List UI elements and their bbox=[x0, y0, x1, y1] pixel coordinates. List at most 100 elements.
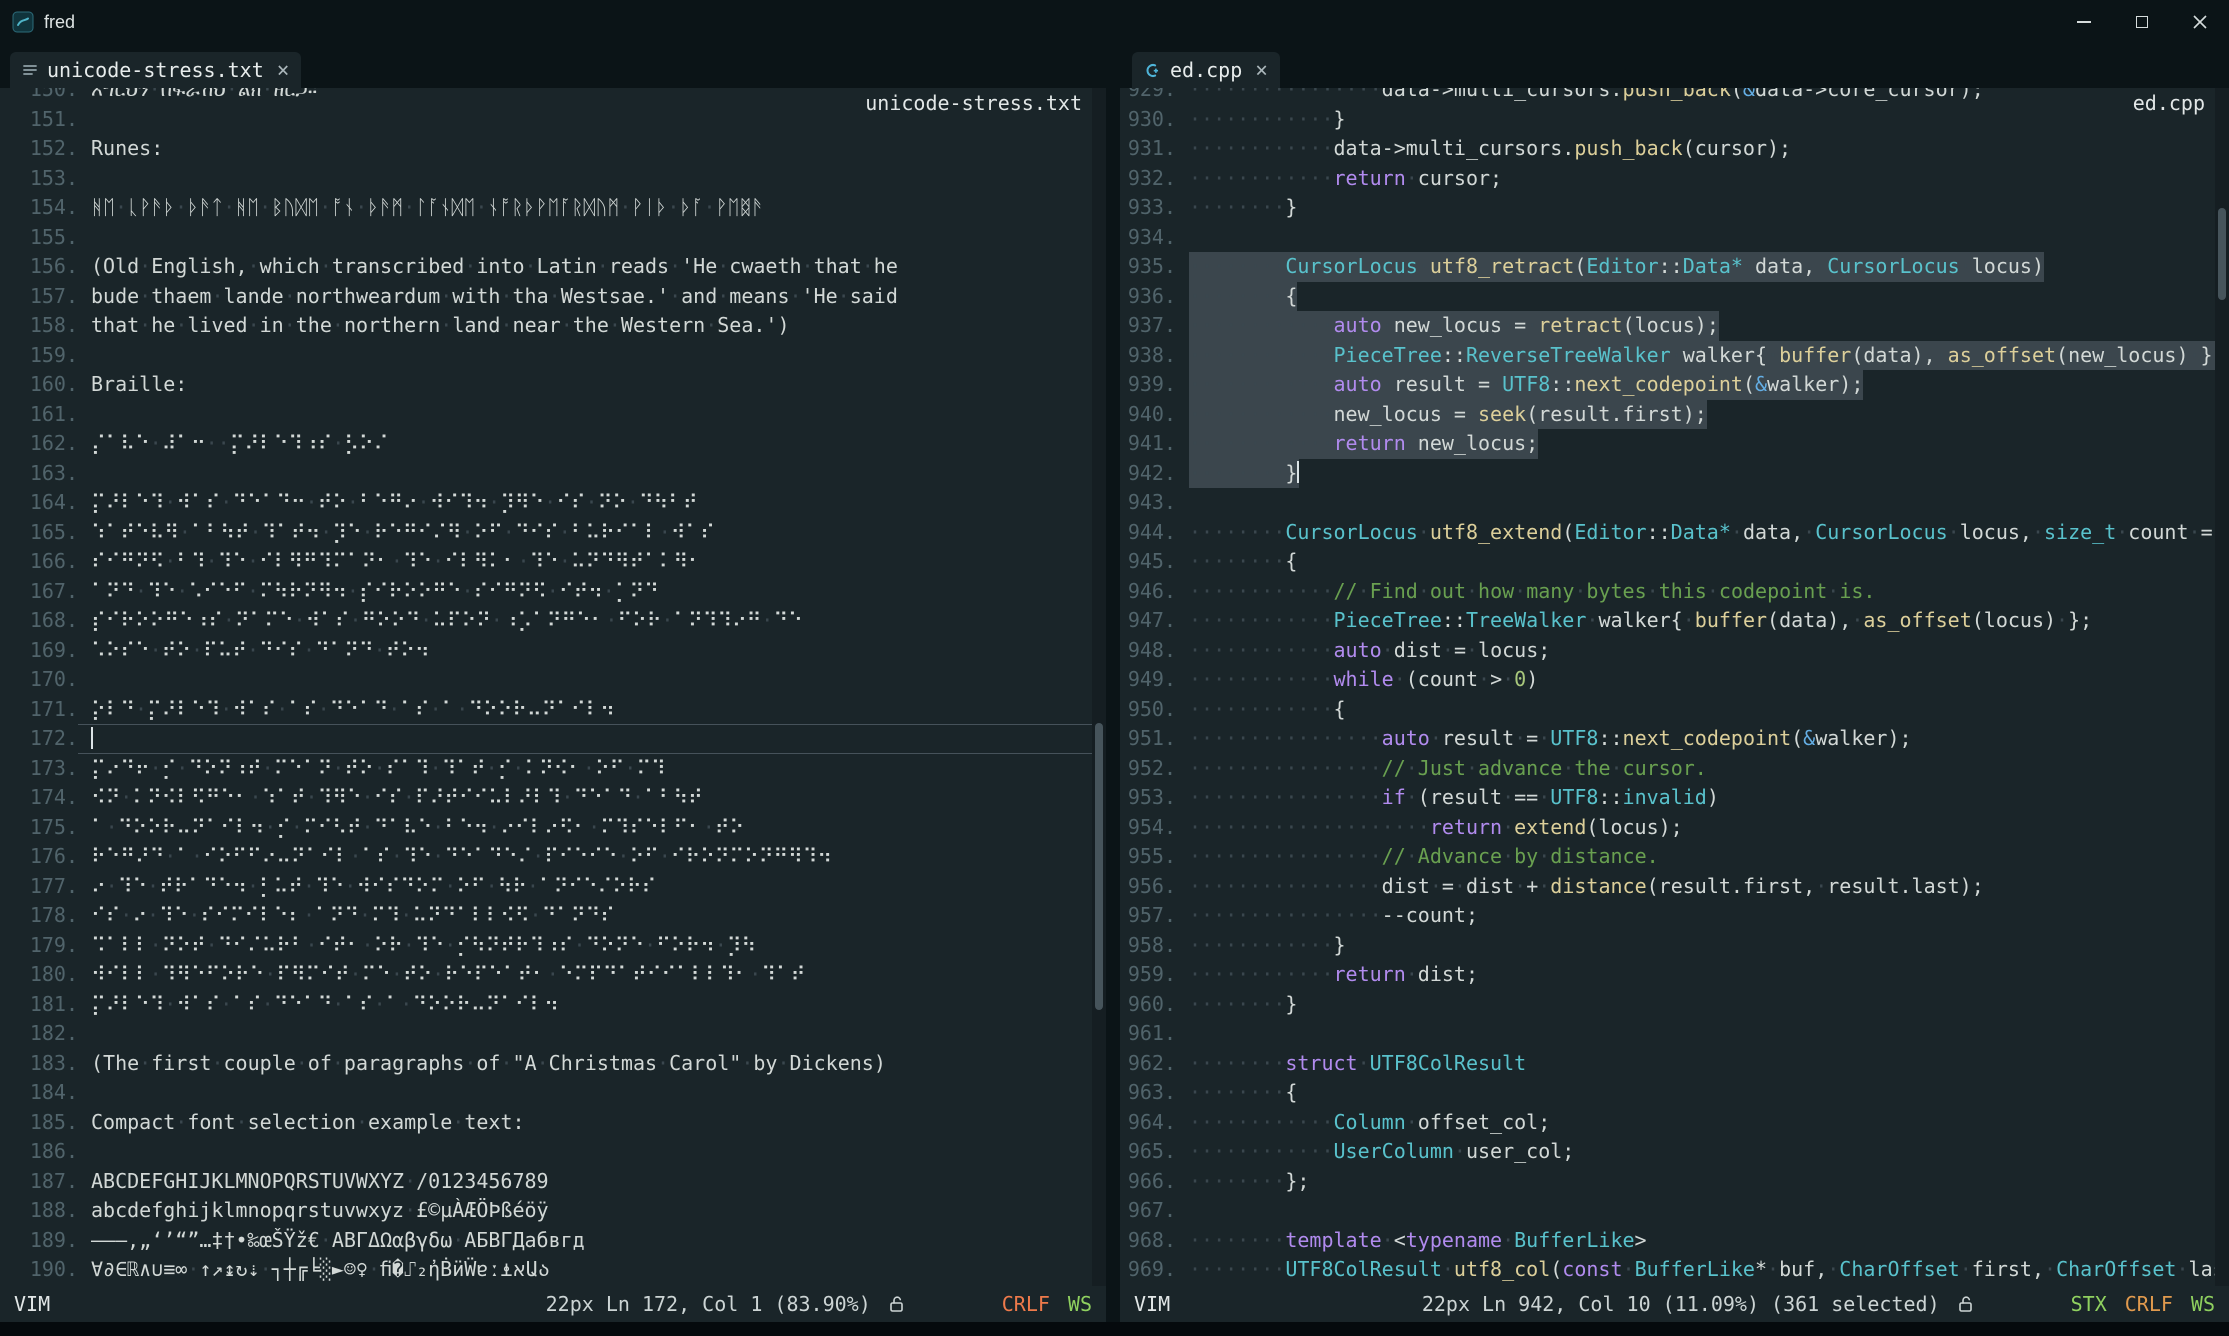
code-line[interactable]: 159. bbox=[0, 341, 1106, 371]
code-line[interactable]: 152.Runes: bbox=[0, 134, 1106, 164]
code-line[interactable]: 956.················dist·=·dist·+·distan… bbox=[1120, 872, 2229, 902]
code-line[interactable]: 153. bbox=[0, 164, 1106, 194]
minimize-button[interactable] bbox=[2055, 0, 2113, 44]
code-line[interactable]: 937.············auto·new_locus·=·retract… bbox=[1120, 311, 2229, 341]
code-line[interactable]: 179.⠩⠁⠇⠇·⠝⠕⠞·⠙⠊⠌⠥⠗⠃·⠊⠞⠂·⠕⠗·⠹⠑·⡊⠳⠝⠞⠗⠹⠰⠎·⠙… bbox=[0, 931, 1106, 961]
tab-label: ed.cpp bbox=[1170, 58, 1242, 82]
maximize-button[interactable] bbox=[2113, 0, 2171, 44]
code-line[interactable]: 160.Braille: bbox=[0, 370, 1106, 400]
code-line[interactable]: 947.············PieceTree::TreeWalker·wa… bbox=[1120, 606, 2229, 636]
code-line[interactable]: 176.⠗⠑⠛⠜⠙·⠁·⠊⠕⠋⠋⠔⠤⠝⠁⠊⠇·⠁⠎·⠹⠑·⠙⠑⠁⠙⠑⠌·⠏⠊⠑⠊… bbox=[0, 842, 1106, 872]
code-line[interactable]: 940.············new_locus·=·seek(result.… bbox=[1120, 400, 2229, 430]
code-line[interactable]: 174.⠪⠝·⠅⠝⠪⠇⠫⠛⠑⠂·⠱⠁⠞·⠹⠻⠑·⠊⠎·⠏⠜⠞⠊⠊⠥⠇⠜⠇⠹·⠙⠑… bbox=[0, 783, 1106, 813]
code-line[interactable]: 929.················data->multi_cursors.… bbox=[1120, 88, 2229, 105]
code-line[interactable]: 963.········{ bbox=[1120, 1078, 2229, 1108]
editor-pane-left: 150.እግርህን·በፍራሽህ·ልክ·ዘርጋ።151.152.Runes:153… bbox=[0, 88, 1106, 1322]
code-line[interactable]: 951.················auto·result·=·UTF8::… bbox=[1120, 724, 2229, 754]
code-line[interactable]: 948.············auto·dist·=·locus; bbox=[1120, 636, 2229, 666]
scrollbar-thumb[interactable] bbox=[1095, 723, 1103, 1011]
code-line[interactable]: 944.········CursorLocus·utf8_extend(Edit… bbox=[1120, 518, 2229, 548]
code-line[interactable]: 187.ABCDEFGHIJKLMNOPQRSTUVWXYZ·/01234567… bbox=[0, 1167, 1106, 1197]
code-line[interactable]: 942.········} bbox=[1120, 459, 2229, 489]
code-line[interactable]: 936.········{ bbox=[1120, 282, 2229, 312]
code-line[interactable]: 964.············Column·offset_col; bbox=[1120, 1108, 2229, 1138]
code-line[interactable]: 172. bbox=[0, 724, 1106, 754]
code-line[interactable]: 953.················if·(result·==·UTF8::… bbox=[1120, 783, 2229, 813]
code-line[interactable]: 952.················//·Just·advance·the·… bbox=[1120, 754, 2229, 784]
code-line[interactable]: 165.⠱⠁⠞⠑⠧⠻·⠁⠃⠳⠞·⠹⠁⠞⠲·⡹⠑·⠗⠑⠛⠊⠌⠻·⠕⠋·⠙⠊⠎·⠃⠥… bbox=[0, 518, 1106, 548]
code-line[interactable]: 178.⠊⠎·⠔·⠹⠑·⠎⠊⠍⠊⠇⠑⠆·⠁⠝⠙·⠍⠹·⠥⠝⠙⠁⠇⠇⠪⠫·⠙⠁⠝⠙… bbox=[0, 901, 1106, 931]
text-editor-ed-cpp[interactable]: 929.················data->multi_cursors.… bbox=[1120, 88, 2229, 1286]
code-line[interactable]: 932.············return·cursor; bbox=[1120, 164, 2229, 194]
code-line[interactable]: 969.········UTF8ColResult·utf8_col(const… bbox=[1120, 1255, 2229, 1285]
code-line[interactable]: 167.⠁⠝⠙·⠹⠑·⠡⠊⠑⠋·⠍⠳⠗⠝⠻⠲·⡎⠊⠗⠕⠕⠛⠑·⠎⠊⠛⠝⠫·⠊⠞⠲… bbox=[0, 577, 1106, 607]
close-button[interactable] bbox=[2171, 0, 2229, 44]
code-line[interactable]: 933.········} bbox=[1120, 193, 2229, 223]
code-line[interactable]: 945.········{ bbox=[1120, 547, 2229, 577]
code-line[interactable]: 968.········template·<typename·BufferLik… bbox=[1120, 1226, 2229, 1256]
vertical-scrollbar[interactable] bbox=[1092, 88, 1106, 1286]
code-line[interactable]: 156.(Old·English,·which·transcribed·into… bbox=[0, 252, 1106, 282]
code-line[interactable]: 950.············{ bbox=[1120, 695, 2229, 725]
code-line[interactable]: 157.bude·thaem·lande·northweardum·with·t… bbox=[0, 282, 1106, 312]
code-line[interactable]: 168.⡎⠊⠗⠕⠕⠛⠑⠰⠎·⠝⠁⠍⠑·⠺⠁⠎·⠛⠕⠕⠙·⠥⠏⠕⠝·⠰⡡⠁⠝⠛⠑⠂… bbox=[0, 606, 1106, 636]
tab-close-icon[interactable]: × bbox=[1255, 60, 1268, 81]
code-line[interactable]: 161. bbox=[0, 400, 1106, 430]
vertical-scrollbar[interactable] bbox=[2215, 88, 2229, 1286]
line-number: 934. bbox=[1120, 223, 1176, 253]
code-line[interactable]: 957.················--count; bbox=[1120, 901, 2229, 931]
line-number: 947. bbox=[1120, 606, 1176, 636]
code-line[interactable]: 177.⠔·⠹⠑·⠞⠗⠁⠙⠑⠲·⡃⠥⠞·⠹⠑·⠺⠊⠎⠙⠕⠍·⠕⠋·⠳⠗·⠁⠝⠊⠑… bbox=[0, 872, 1106, 902]
code-line[interactable]: 181.⡍⠜⠇⠑⠹·⠺⠁⠎·⠁⠎·⠙⠑⠁⠙·⠁⠎·⠁·⠙⠕⠕⠗⠤⠝⠁⠊⠇⠲ bbox=[0, 990, 1106, 1020]
code-line[interactable]: 185.Compact·font·selection·example·text: bbox=[0, 1108, 1106, 1138]
code-line[interactable]: 173.⡍⠔⠙⠖·⡊·⠙⠕⠝⠰⠞·⠍⠑⠁⠝·⠞⠕·⠎⠁⠹·⠹⠁⠞·⡊·⠅⠝⠪⠂·… bbox=[0, 754, 1106, 784]
code-line[interactable]: 960.········} bbox=[1120, 990, 2229, 1020]
pane-splitter[interactable] bbox=[1106, 88, 1120, 1322]
code-line[interactable]: 955.················//·Advance·by·distan… bbox=[1120, 842, 2229, 872]
line-number: 959. bbox=[1120, 960, 1176, 990]
code-line[interactable]: 184. bbox=[0, 1078, 1106, 1108]
code-line[interactable]: 190.∀∂∈ℝ∧∪≡∞·↑↗↨↻⇣·┐┼╔╘░►☺♀·ﬁ�⑀₂ἠḂӥẄɐː⍎א… bbox=[0, 1255, 1106, 1285]
code-line[interactable]: 958.············} bbox=[1120, 931, 2229, 961]
code-line[interactable]: 154.ᚻᛖ·ᚳᚹᚫᚦ·ᚦᚫᛏ·ᚻᛖ·ᛒᚢᛞᛖ·ᚩᚾ·ᚦᚫᛗ·ᛚᚪᚾᛞᛖ·ᚾᚩᚱ… bbox=[0, 193, 1106, 223]
code-line[interactable]: 189.–—―‚„‘’“”…‡†•‰œŠŸž€·ΑΒΓΔΩαβγδω·АБВГД… bbox=[0, 1226, 1106, 1256]
code-line[interactable]: 171.⡕⠇⠙·⡍⠜⠇⠑⠹·⠺⠁⠎·⠁⠎·⠙⠑⠁⠙·⠁⠎·⠁·⠙⠕⠕⠗⠤⠝⠁⠊⠇… bbox=[0, 695, 1106, 725]
code-line[interactable]: 962.········struct·UTF8ColResult bbox=[1120, 1049, 2229, 1079]
code-line[interactable]: 164.⡍⠜⠇⠑⠹·⠺⠁⠎·⠙⠑⠁⠙⠒·⠞⠕·⠃⠑⠛⠔·⠺⠊⠹⠲·⡹⠻⠑·⠊⠎·… bbox=[0, 488, 1106, 518]
code-line[interactable]: 163. bbox=[0, 459, 1106, 489]
code-line[interactable]: 939.············auto·result·=·UTF8::next… bbox=[1120, 370, 2229, 400]
code-line[interactable]: 930.············} bbox=[1120, 105, 2229, 135]
code-line[interactable]: 959.············return·dist; bbox=[1120, 960, 2229, 990]
code-line[interactable]: 941.············return·new_locus; bbox=[1120, 429, 2229, 459]
code-line[interactable]: 938.············PieceTree::ReverseTreeWa… bbox=[1120, 341, 2229, 371]
tab-ed-cpp[interactable]: ed.cpp × bbox=[1132, 52, 1280, 88]
code-line[interactable]: 182. bbox=[0, 1019, 1106, 1049]
code-line[interactable]: 954.····················return·extend(lo… bbox=[1120, 813, 2229, 843]
code-line[interactable]: 935.········CursorLocus·utf8_retract(Edi… bbox=[1120, 252, 2229, 282]
code-line[interactable]: 170. bbox=[0, 665, 1106, 695]
scrollbar-thumb[interactable] bbox=[2218, 208, 2226, 300]
code-line[interactable]: 934. bbox=[1120, 223, 2229, 253]
tab-unicode-stress-txt[interactable]: unicode-stress.txt × bbox=[10, 52, 301, 88]
code-line[interactable]: 946.············//·Find·out·how·many·byt… bbox=[1120, 577, 2229, 607]
code-line[interactable]: 943. bbox=[1120, 488, 2229, 518]
code-line[interactable]: 183.(The·first·couple·of·paragraphs·of·"… bbox=[0, 1049, 1106, 1079]
code-line[interactable]: 949.············while·(count·>·0) bbox=[1120, 665, 2229, 695]
line-number: 930. bbox=[1120, 105, 1176, 135]
code-line[interactable]: 175.⠁·⠙⠕⠕⠗⠤⠝⠁⠊⠇⠲·⡊·⠍⠊⠣⠞·⠙⠁⠧⠑·⠃⠑⠲·⠔⠊⠇⠔⠫⠂·… bbox=[0, 813, 1106, 843]
code-line[interactable]: 965.············UserColumn·user_col; bbox=[1120, 1137, 2229, 1167]
code-line[interactable]: 158.that·he·lived·in·the·northern·land·n… bbox=[0, 311, 1106, 341]
code-line[interactable]: 966.········}; bbox=[1120, 1167, 2229, 1197]
code-line[interactable]: 166.⠎⠊⠛⠝⠫·⠃⠹·⠹⠑·⠊⠇⠻⠛⠹⠍⠁⠝⠂·⠹⠑·⠊⠇⠻⠅⠂·⠹⠑·⠥⠝… bbox=[0, 547, 1106, 577]
code-line[interactable]: 188.abcdefghijklmnopqrstuvwxyz·£©µÀÆÖÞßé… bbox=[0, 1196, 1106, 1226]
code-line[interactable]: 162.⡌⠁⠧⠑·⠼⠁⠒··⡍⠜⠇⠑⠹⠰⠎·⡣⠕⠌ bbox=[0, 429, 1106, 459]
code-line[interactable]: 186. bbox=[0, 1137, 1106, 1167]
code-line[interactable]: 961. bbox=[1120, 1019, 2229, 1049]
code-line[interactable]: 155. bbox=[0, 223, 1106, 253]
code-line[interactable]: 169.⠡⠕⠎⠑·⠞⠕·⠏⠥⠞·⠙⠊⠎·⠙⠁⠝⠙·⠞⠕⠲ bbox=[0, 636, 1106, 666]
code-line[interactable]: 931.············data->multi_cursors.push… bbox=[1120, 134, 2229, 164]
text-editor-unicode-stress[interactable]: 150.እግርህን·በፍራሽህ·ልክ·ዘርጋ።151.152.Runes:153… bbox=[0, 88, 1106, 1286]
tab-close-icon[interactable]: × bbox=[277, 60, 290, 81]
code-line[interactable]: 967. bbox=[1120, 1196, 2229, 1226]
code-line[interactable]: 180.⠺⠊⠇⠇·⠹⠻⠑⠋⠕⠗⠑·⠏⠻⠍⠊⠞·⠍⠑·⠞⠕·⠗⠑⠏⠑⠁⠞⠂·⠑⠍⠏… bbox=[0, 960, 1106, 990]
